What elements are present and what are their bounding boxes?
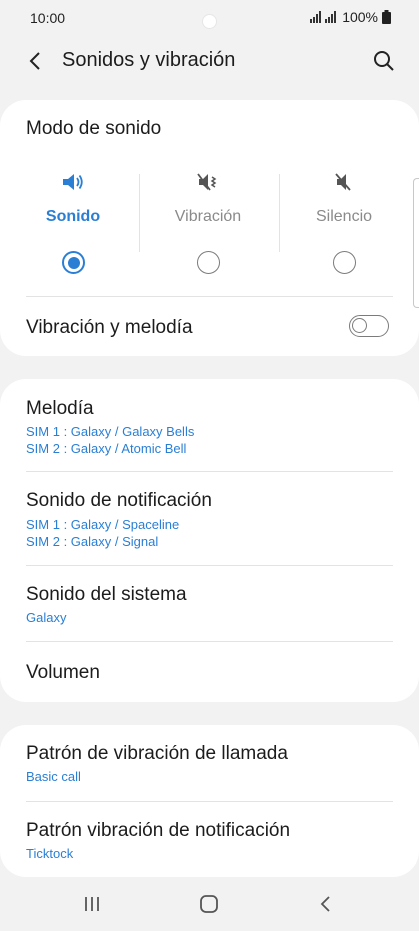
home-icon [200,895,218,913]
vibrate-icon [141,170,275,194]
status-time: 10:00 [30,10,66,26]
back-chevron-icon [320,896,330,912]
back-arrow-icon [29,52,40,70]
notification-vibration-pattern-title: Patrón vibración de notificación [26,820,291,841]
recent-apps-button[interactable] [72,890,112,918]
system-back-button[interactable] [306,890,346,918]
page-title: Sonidos y vibración [62,49,236,71]
radio-silent[interactable] [333,251,356,274]
radio-vibration[interactable] [197,251,220,274]
call-vibration-pattern-value: Basic call [26,769,81,784]
row-divider [26,471,393,472]
screen: 10:00 100% Sonidos y vibración Modo de s… [0,0,419,931]
mute-icon [277,170,411,194]
mode-label-vibration: Vibración [174,208,242,225]
row-divider [26,296,393,297]
notification-vibration-pattern-value: Ticktock [26,846,74,861]
mode-option-silent[interactable]: Silencio [277,170,411,280]
app-bar: Sonidos y vibración [0,36,419,86]
ringtone-sim2: SIM 2 : Galaxy / Atomic Bell [26,441,187,456]
sound-mode-card: Modo de sonido Sonido Vibración Silencio… [0,100,419,356]
notification-sound-sim2: SIM 2 : Galaxy / Signal [26,534,159,549]
call-vibration-pattern-title: Patrón de vibración de llamada [26,743,288,764]
vibration-and-ringtone-toggle[interactable] [349,315,389,337]
toggle-knob [352,318,367,333]
back-button[interactable] [20,46,50,76]
scroll-indicator[interactable] [413,178,419,308]
speaker-volume-icon [6,170,140,194]
battery-icon [382,10,391,24]
recent-apps-icon [85,897,99,911]
system-sound-title: Sonido del sistema [26,584,187,605]
status-bar: 10:00 100% [0,0,419,36]
status-indicators: 100% [310,9,391,25]
sounds-card: Melodía SIM 1 : Galaxy / Galaxy Bells SI… [0,379,419,702]
row-divider [26,801,393,802]
ringtone-sim1: SIM 1 : Galaxy / Galaxy Bells [26,424,195,439]
sound-mode-title: Modo de sonido [26,118,162,139]
radio-sound[interactable] [62,251,85,274]
notification-sound-sim1: SIM 1 : Galaxy / Spaceline [26,517,180,532]
vibration-and-ringtone-label: Vibración y melodía [26,317,193,338]
signal-icon [310,11,338,23]
system-sound-value: Galaxy [26,610,67,625]
navigation-bar [0,877,419,931]
mode-option-sound[interactable]: Sonido [6,170,140,280]
column-divider [139,174,140,252]
front-camera [202,14,217,29]
ringtone-title: Melodía [26,398,94,419]
row-divider [26,641,393,642]
search-button[interactable] [369,46,399,76]
mode-label-sound: Sonido [45,208,101,225]
notification-sound-title: Sonido de notificación [26,490,212,511]
mode-option-vibration[interactable]: Vibración [141,170,275,280]
volume-title: Volumen [26,662,100,683]
mode-label-silent: Silencio [315,208,373,225]
search-icon [374,51,394,71]
battery-percent: 100% [342,9,378,25]
vibration-card: Patrón de vibración de llamada Basic cal… [0,725,419,877]
row-divider [26,565,393,566]
home-button[interactable] [189,890,229,918]
